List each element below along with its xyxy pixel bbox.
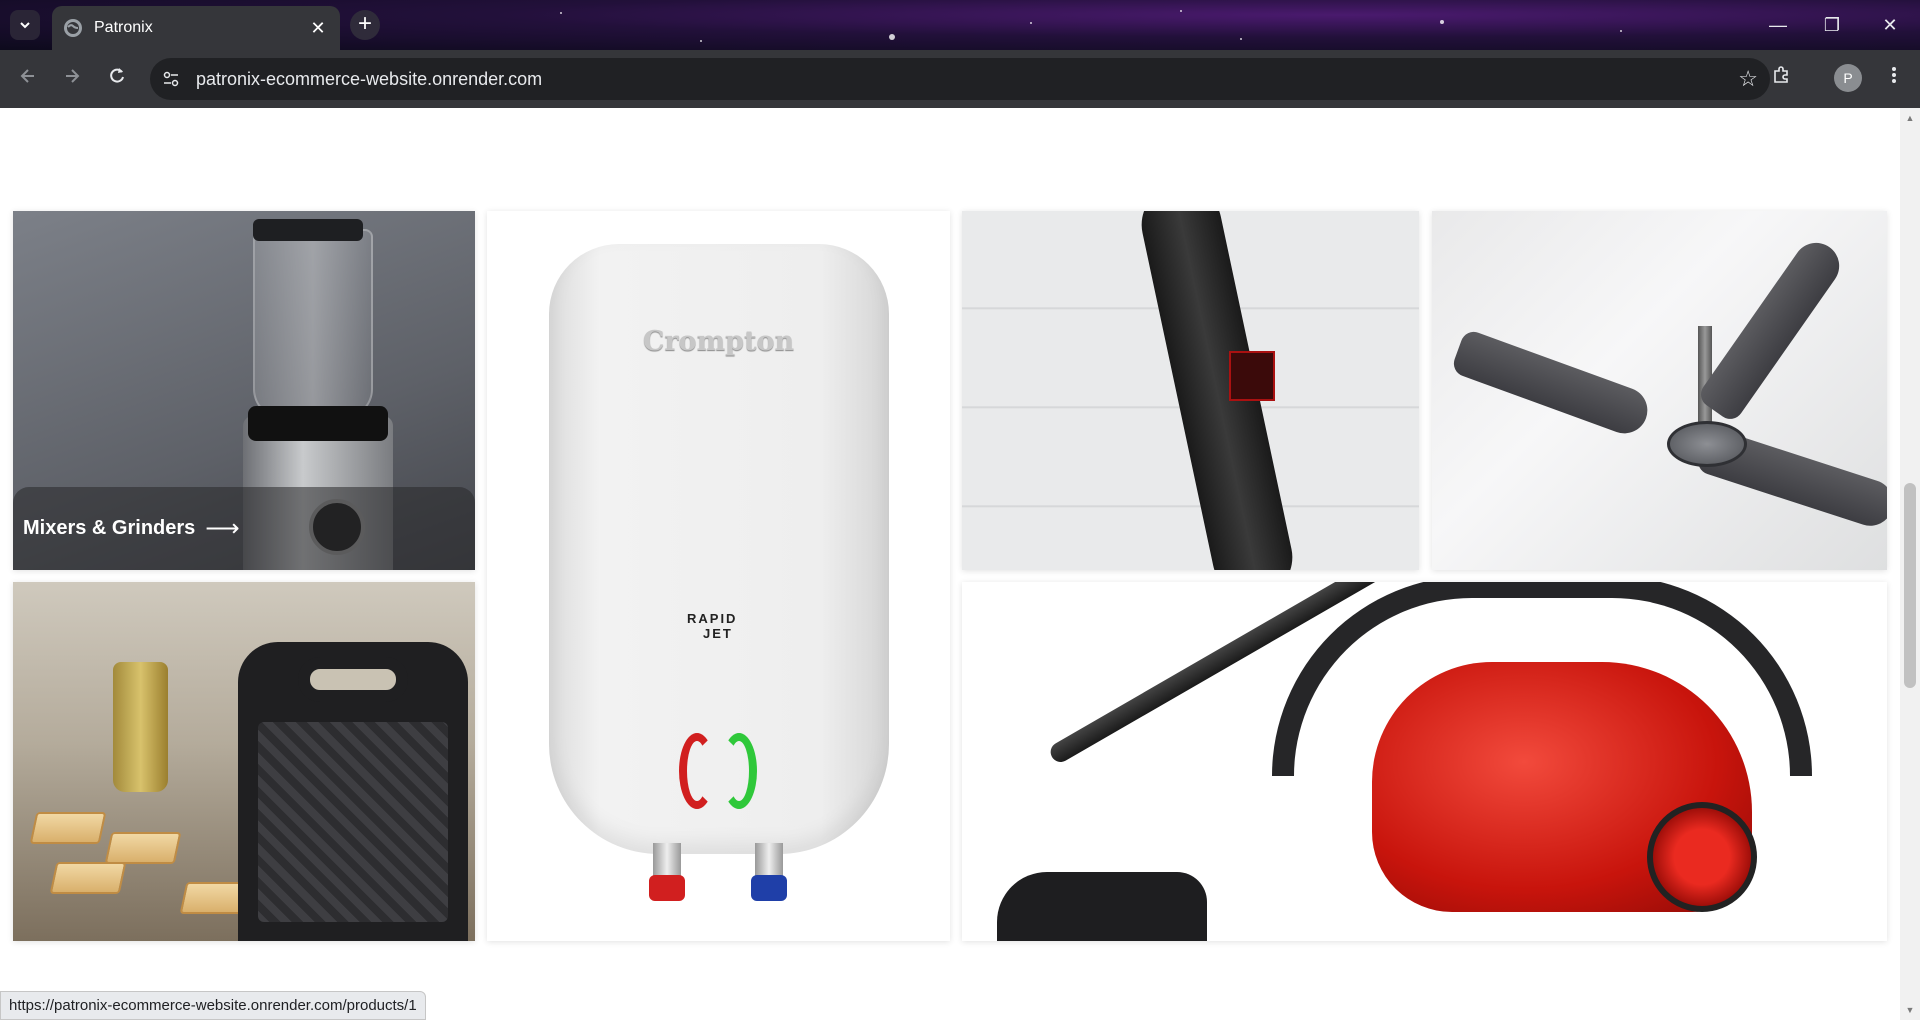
- star-decoration: [1030, 22, 1032, 24]
- star-decoration: [700, 40, 702, 42]
- star-decoration: [889, 34, 895, 40]
- puzzle-icon: [1774, 66, 1788, 83]
- forward-button[interactable]: [57, 64, 87, 94]
- page-viewport: Mixers & Grinders ⟶ Crompton RAPID JET: [0, 108, 1900, 1020]
- extensions-button[interactable]: [1766, 64, 1796, 94]
- new-tab-button[interactable]: +: [350, 10, 380, 40]
- tab-title: Patronix: [94, 19, 153, 36]
- close-tab-icon[interactable]: ✕: [308, 18, 328, 39]
- brand-logo: Crompton: [642, 326, 795, 357]
- browser-menu-button[interactable]: [1879, 64, 1909, 94]
- browser-toolbar: patronix-ecommerce-website.onrender.com …: [0, 50, 1920, 108]
- scroll-down-icon[interactable]: ▼: [1900, 1002, 1920, 1018]
- hot-indicator-icon: [679, 733, 715, 809]
- mixer-jar-image: [253, 229, 373, 419]
- forward-arrow-icon: [66, 69, 80, 83]
- category-label: Mixers & Grinders: [23, 517, 196, 539]
- url-text[interactable]: patronix-ecommerce-website.onrender.com: [196, 69, 542, 90]
- chevron-down-icon: [20, 22, 30, 29]
- mixer-lid-image: [253, 219, 363, 241]
- site-info-icon[interactable]: [150, 58, 192, 100]
- arrow-right-icon: ⟶: [205, 515, 240, 542]
- restore-icon[interactable]: ❐: [1812, 10, 1852, 40]
- star-decoration: [1440, 20, 1444, 24]
- star-decoration: [1180, 10, 1182, 12]
- category-tile-vacuum[interactable]: [962, 582, 1887, 941]
- close-window-icon[interactable]: ✕: [1870, 10, 1910, 40]
- browser-tab[interactable]: Patronix ✕: [52, 6, 340, 50]
- fan-hub: [1667, 421, 1747, 467]
- minimize-icon[interactable]: —: [1758, 10, 1798, 40]
- fan-blade: [1450, 328, 1654, 440]
- vacuum-wheel: [1647, 802, 1757, 912]
- hot-pipe-cap: [649, 875, 685, 901]
- category-tile-mixers[interactable]: Mixers & Grinders ⟶: [13, 211, 475, 570]
- back-button[interactable]: [13, 64, 43, 94]
- category-label-overlay[interactable]: Mixers & Grinders ⟶: [13, 487, 475, 570]
- scrollbar-thumb[interactable]: [1904, 483, 1916, 688]
- star-decoration: [1240, 38, 1242, 40]
- bread-slice: [104, 832, 182, 864]
- address-bar[interactable]: patronix-ecommerce-website.onrender.com …: [150, 58, 1770, 100]
- category-tile-trimmer[interactable]: [962, 211, 1419, 570]
- page-scrollbar[interactable]: ▲ ▼: [1900, 108, 1920, 1020]
- sandwich-maker-plate: [258, 722, 448, 922]
- tab-search-button[interactable]: [10, 10, 40, 40]
- back-arrow-icon: [20, 69, 34, 83]
- bread-slice: [49, 862, 127, 894]
- star-decoration: [1620, 30, 1622, 32]
- category-tile-sandwich-maker[interactable]: [13, 582, 475, 941]
- link-status-bubble: https://patronix-ecommerce-website.onren…: [0, 991, 426, 1020]
- profile-avatar[interactable]: P: [1834, 64, 1862, 92]
- star-decoration: [560, 12, 562, 14]
- category-tile-fan[interactable]: [1432, 211, 1887, 570]
- bookmark-star-icon[interactable]: ☆: [1738, 66, 1758, 92]
- fan-blade: [1695, 233, 1849, 425]
- scroll-up-icon[interactable]: ▲: [1900, 110, 1920, 126]
- model-line-2: JET: [703, 626, 733, 641]
- globe-icon: [64, 19, 82, 37]
- cold-pipe-cap: [751, 875, 787, 901]
- mixer-collar-image: [248, 406, 388, 441]
- cold-indicator-icon: [721, 733, 757, 809]
- model-logo: RAPID JET: [687, 611, 737, 641]
- model-line-1: RAPID: [687, 611, 738, 626]
- oil-bottle-image: [113, 662, 168, 792]
- trimmer-display: [1229, 351, 1275, 401]
- reload-button[interactable]: [102, 64, 132, 94]
- reload-icon: [110, 68, 124, 83]
- kebab-menu-icon: [1892, 67, 1896, 83]
- tab-strip: Patronix ✕ + — ❐ ✕: [0, 0, 1920, 50]
- sandwich-maker-handle: [298, 657, 408, 702]
- category-tile-water-heater[interactable]: Crompton RAPID JET: [487, 211, 950, 941]
- bread-slice: [29, 812, 107, 844]
- vacuum-nozzle: [997, 872, 1207, 941]
